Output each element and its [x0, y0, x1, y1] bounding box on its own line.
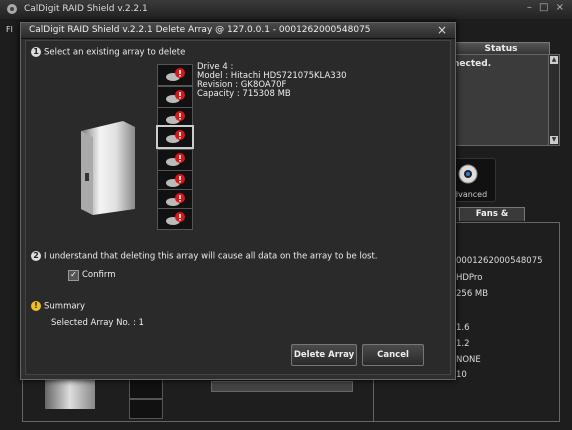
drive-warning-icon: [166, 174, 185, 187]
background-drive-green-1[interactable]: [129, 379, 163, 399]
drive-warning-icon: [166, 90, 185, 103]
info-value-4: 10: [456, 370, 467, 380]
summary-warning-icon: !: [31, 301, 41, 311]
step2-row: 2I understand that deleting this array w…: [31, 251, 377, 262]
advanced-label: dvanced: [453, 190, 488, 199]
background-drive-green-2[interactable]: [129, 399, 163, 419]
main-title-bar: CalDigit RAID Shield v.2.2.1 – □ ×: [0, 0, 572, 20]
info-value-2: 1.2: [456, 339, 470, 349]
main-window-title: CalDigit RAID Shield v.2.2.1: [24, 4, 148, 14]
drive-warning-icon: [166, 111, 185, 124]
step1-row: 1 Select an existing array to delete: [31, 47, 185, 58]
close-icon[interactable]: ×: [437, 23, 447, 37]
summary-row: ! Summary: [31, 301, 85, 312]
info-model: HDPro: [456, 273, 483, 283]
drive-button-5[interactable]: [157, 149, 193, 171]
background-array-panel: [22, 378, 374, 422]
confirm-label[interactable]: Confirm: [82, 270, 116, 280]
step1-number-icon: 1: [31, 47, 41, 57]
scroll-up-icon[interactable]: ▲: [550, 56, 558, 64]
drive-warning-icon: [166, 153, 185, 166]
summary-label: Summary: [44, 301, 86, 312]
info-value-1: 1.6: [456, 323, 470, 333]
status-text: nected.: [453, 59, 492, 69]
delete-array-button[interactable]: Delete Array: [291, 344, 357, 366]
background-tower: [45, 379, 95, 409]
step2-number-icon: 2: [31, 251, 41, 261]
status-scrollbar[interactable]: ▲ ▼: [548, 54, 560, 146]
gear-icon: [458, 164, 478, 184]
drive-warning-icon: [166, 212, 185, 225]
delete-array-dialog: CalDigit RAID Shield v.2.2.1 Delete Arra…: [20, 22, 456, 380]
step2-label: I understand that deleting this array wi…: [44, 251, 378, 262]
drive-warning-icon: [166, 68, 185, 81]
confirm-checkbox[interactable]: ✓: [68, 270, 79, 281]
cancel-button[interactable]: Cancel: [362, 344, 424, 366]
drive-button-2[interactable]: [157, 86, 193, 108]
scroll-down-icon[interactable]: ▼: [550, 136, 558, 144]
raid-tower-image: [81, 121, 135, 215]
drive-info: Drive 4 : Model : Hitachi HDS721075KLA33…: [197, 63, 347, 99]
step1-label: Select an existing array to delete: [44, 47, 186, 58]
dialog-title-prefix: Fl: [6, 25, 13, 34]
drive-warning-icon: [166, 193, 185, 206]
drive-button-1[interactable]: [157, 64, 193, 86]
dialog-title-bar: CalDigit RAID Shield v.2.2.1 Delete Arra…: [21, 23, 455, 39]
info-value-3: NONE: [456, 355, 481, 365]
background-dropdown[interactable]: [211, 381, 353, 392]
selected-array-text: Selected Array No. : 1: [51, 318, 144, 328]
tab-fans-power[interactable]: Fans & Power: [459, 207, 525, 232]
info-cache: 256 MB: [456, 289, 489, 299]
caldigit-app-icon: [7, 4, 17, 14]
drive-warning-icon: [166, 130, 185, 143]
drive-button-8[interactable]: [157, 208, 193, 230]
drive-button-4-selected[interactable]: [156, 125, 194, 149]
dialog-title: CalDigit RAID Shield v.2.2.1 Delete Arra…: [29, 25, 371, 35]
window-controls[interactable]: – □ ×: [527, 2, 566, 13]
info-serial: 0001262000548075: [456, 256, 543, 266]
drive-info-line-4: Capacity : 715308 MB: [197, 89, 291, 99]
